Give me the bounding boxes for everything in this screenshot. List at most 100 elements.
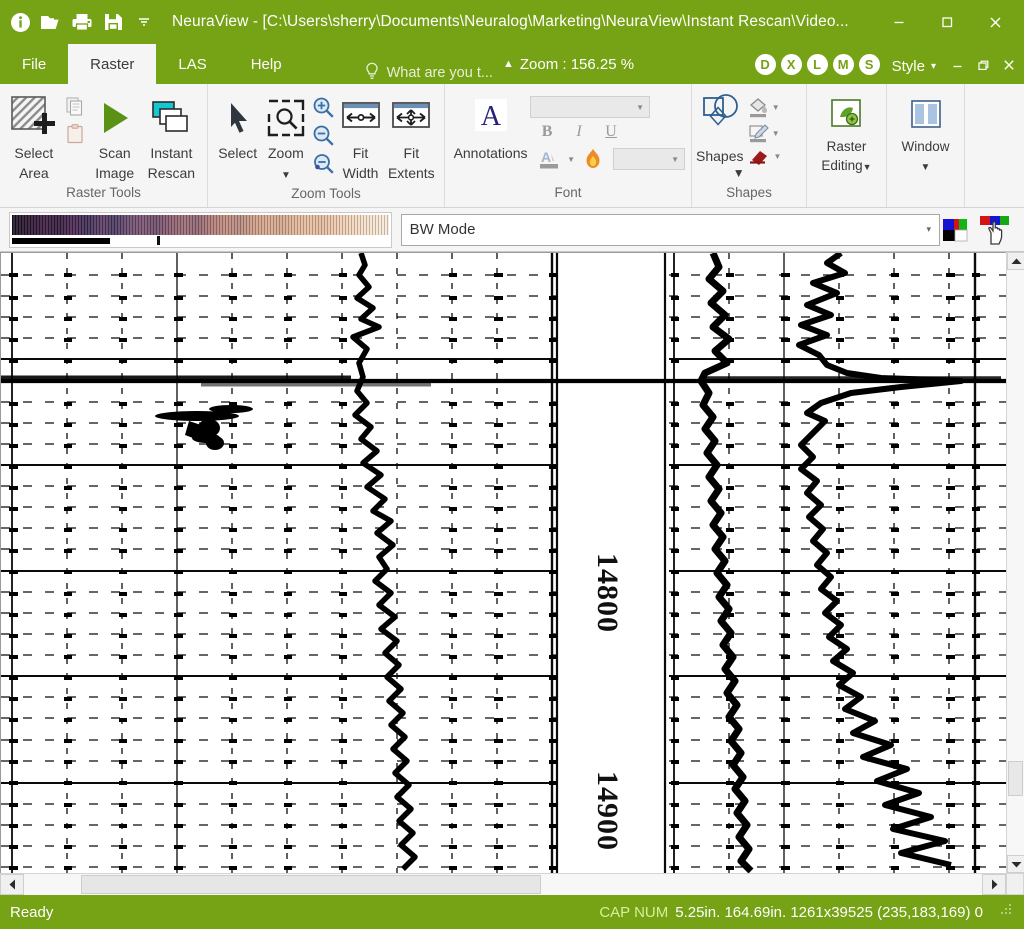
print-icon[interactable] <box>70 10 94 34</box>
color-mode-icons <box>940 214 1020 246</box>
raster-editing-label-2: Editing <box>821 158 863 173</box>
depth-label-14800: 14800 <box>591 553 624 633</box>
tab-help[interactable]: Help <box>229 44 304 84</box>
style-label: Style <box>891 58 925 75</box>
annotations-label: Annotations <box>453 145 528 161</box>
horizontal-scrollbar[interactable] <box>0 873 1006 895</box>
status-ready-label: Ready <box>10 903 54 921</box>
minimize-button[interactable] <box>876 7 922 37</box>
select-button[interactable]: Select <box>214 90 261 163</box>
rgb-swatch-icon[interactable] <box>940 215 970 245</box>
fit-extents-button[interactable]: Fit Extents <box>385 90 438 183</box>
paste-icon[interactable] <box>62 121 88 147</box>
annotations-button[interactable]: A Annotations <box>451 90 530 163</box>
zoom-indicator[interactable]: ▲ Zoom : 156.25 % <box>503 44 634 84</box>
maximize-button[interactable] <box>924 7 970 37</box>
horizontal-scroll-thumb[interactable] <box>81 875 542 894</box>
group-title-window <box>887 185 964 207</box>
chevron-down-icon[interactable]: ▼ <box>921 162 931 173</box>
shapes-dropdown-caret[interactable]: ▼ <box>733 166 745 180</box>
window-button[interactable]: Window ▼ <box>893 90 958 177</box>
badge-x[interactable]: X <box>780 54 802 75</box>
select-area-button[interactable]: Select Area <box>6 90 62 183</box>
vertical-scroll-track[interactable] <box>1007 270 1024 855</box>
status-cap-num: CAP NUM <box>599 903 669 921</box>
fit-width-button[interactable]: Fit Width <box>336 90 384 183</box>
open-folder-icon[interactable] <box>39 10 63 34</box>
underline-button[interactable]: U <box>600 121 622 143</box>
clipboard-column <box>62 90 88 147</box>
zoom-label: Zoom <box>268 145 304 161</box>
chevron-down-icon: ▼ <box>671 154 679 164</box>
raster-log-canvas[interactable]: 14800 14900 15000 <box>0 252 1006 873</box>
info-icon[interactable] <box>8 10 32 34</box>
badge-d[interactable]: D <box>754 54 776 75</box>
zoom-out-icon[interactable] <box>310 122 336 148</box>
tab-file[interactable]: File <box>0 44 68 84</box>
ribbon-content: Select Area Scan Image Instant Rescan Ra… <box>0 84 1024 208</box>
instant-rescan-icon <box>148 93 194 143</box>
italic-button[interactable]: I <box>568 121 590 143</box>
ribbon-close-button[interactable] <box>998 55 1020 75</box>
pen-line-icon[interactable] <box>746 120 772 146</box>
horizontal-scroll-track[interactable] <box>24 874 982 895</box>
ribbon-minimize-button[interactable] <box>946 55 968 75</box>
scroll-up-button[interactable] <box>1007 252 1024 270</box>
customize-qat-caret-icon[interactable] <box>132 10 156 34</box>
zoom-window-icon <box>265 93 307 143</box>
raster-editing-button[interactable]: Raster Editing▼ <box>813 90 880 177</box>
vertical-scrollbar[interactable] <box>1006 252 1024 873</box>
shape-style-column: ▼ ▼ <box>746 90 780 146</box>
zoom-button[interactable]: Zoom ▼ <box>261 90 310 186</box>
badge-m[interactable]: M <box>832 54 854 75</box>
zoom-in-icon[interactable] <box>310 94 336 120</box>
tab-las[interactable]: LAS <box>156 44 228 84</box>
fill-bucket-icon[interactable] <box>746 94 772 120</box>
cursor-arrow-icon <box>218 93 258 143</box>
zoom-previous-icon[interactable] <box>310 150 336 176</box>
ribbon-restore-button[interactable] <box>972 55 994 75</box>
badge-l[interactable]: L <box>806 54 828 75</box>
color-gradient-bar[interactable] <box>9 211 392 248</box>
style-menu-button[interactable]: Style ▾ <box>892 58 936 84</box>
resize-grip-icon[interactable] <box>1000 903 1014 921</box>
color-threshold-track[interactable] <box>12 236 389 246</box>
font-color-a-icon[interactable]: A <box>536 146 562 172</box>
ribbon-group-shapes: ▼ ▼ Shapes ▼ ▼ Shapes <box>691 84 806 207</box>
chevron-down-icon[interactable]: ▼ <box>773 152 781 161</box>
vertical-scroll-thumb[interactable] <box>1008 761 1023 797</box>
badge-s[interactable]: S <box>858 54 880 75</box>
copy-icon[interactable] <box>62 94 88 120</box>
fit-extents-icon <box>389 93 433 143</box>
application-window: NeuraView - [C:\Users\sherry\Documents\N… <box>0 0 1024 929</box>
chevron-down-icon[interactable]: ▼ <box>772 129 780 138</box>
zoom-caret-icon-2[interactable]: ▼ <box>281 170 291 181</box>
status-metrics: CAP NUM 5.25in. 164.69in. 1261x39525 (23… <box>599 903 1014 921</box>
instant-rescan-button[interactable]: Instant Rescan <box>142 90 201 183</box>
close-button[interactable] <box>972 7 1018 37</box>
display-mode-combo[interactable]: BW Mode ▾ <box>400 213 940 246</box>
window-split-icon <box>908 93 944 137</box>
scroll-left-button[interactable] <box>0 874 24 895</box>
bold-button[interactable]: B <box>536 121 558 143</box>
chevron-down-icon[interactable]: ▼ <box>772 103 780 112</box>
tab-raster[interactable]: Raster <box>68 44 157 84</box>
rgb-picker-hand-icon[interactable] <box>978 214 1012 246</box>
scroll-right-button[interactable] <box>982 874 1006 895</box>
chevron-down-icon[interactable]: ▼ <box>863 162 872 172</box>
shapes-icon[interactable] <box>698 90 746 138</box>
ribbon-group-font: A Annotations ▼ B I U A ▼ ▼ Font <box>444 84 691 207</box>
status-bar: Ready CAP NUM 5.25in. 164.69in. 1261x395… <box>0 895 1024 929</box>
instant-rescan-label-2: Rescan <box>147 165 196 181</box>
save-icon[interactable] <box>101 10 125 34</box>
scan-image-button[interactable]: Scan Image <box>88 90 142 183</box>
font-size-combo[interactable]: ▼ <box>613 148 685 170</box>
scroll-down-button[interactable] <box>1007 855 1024 873</box>
eraser-icon[interactable] <box>746 146 770 166</box>
font-family-combo[interactable]: ▼ <box>530 96 651 118</box>
highlight-flame-icon[interactable] <box>580 146 606 172</box>
lightbulb-icon <box>364 62 380 84</box>
color-threshold-marker[interactable] <box>156 236 160 246</box>
tell-me-search[interactable]: What are you t... <box>364 62 493 84</box>
chevron-down-icon[interactable]: ▼ <box>567 155 575 164</box>
